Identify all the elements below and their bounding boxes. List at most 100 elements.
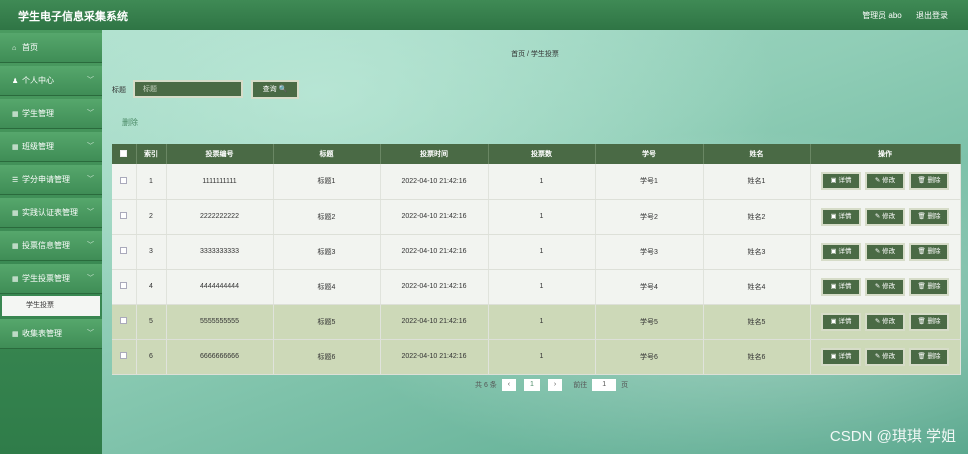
cell-code: 1111111111 — [166, 164, 274, 200]
sidebar: ⌂ 首页 ♟ 个人中心 ﹀ ▦ 学生管理 ﹀ ▦ 班级管理 ﹀ ☰ 学分申请管理 ﹀ ▦ 实践认证表管理 ﹀ ▦ 投… — [0, 30, 102, 454]
cell-actions: ▣ 详情 ✎ 修改 🗑 删除 — [810, 234, 961, 270]
sidebar-item-home[interactable]: ⌂ 首页 — [0, 33, 102, 63]
cell-student-no: 学号2 — [595, 199, 704, 235]
sidebar-item-credit-apply-mgmt[interactable]: ☰ 学分申请管理 ﹀ — [0, 165, 102, 195]
logout-link[interactable]: 退出登录 — [916, 11, 948, 20]
header-student-no: 学号 — [595, 144, 704, 164]
bulk-delete-button[interactable]: 删除 — [122, 117, 138, 128]
detail-button[interactable]: ▣ 详情 — [821, 242, 861, 261]
delete-button[interactable]: 🗑 删除 — [909, 242, 949, 261]
sidebar-item-class-mgmt[interactable]: ▦ 班级管理 ﹀ — [0, 132, 102, 162]
cell-code: 5555555555 — [166, 304, 274, 340]
chevron-down-icon: ﹀ — [87, 330, 94, 337]
row-checkbox[interactable] — [120, 282, 128, 289]
cell-title: 标题1 — [273, 164, 381, 200]
row-checkbox[interactable] — [120, 212, 128, 219]
menu-icon: ▦ — [12, 243, 19, 250]
cell-time: 2022-04-10 21:42:16 — [380, 339, 489, 375]
row-checkbox[interactable] — [120, 317, 128, 324]
cell-time: 2022-04-10 21:42:16 — [380, 199, 489, 235]
cell-index: 2 — [136, 199, 167, 235]
edit-button[interactable]: ✎ 修改 — [865, 242, 905, 261]
cell-name: 姓名3 — [703, 234, 811, 270]
cell-time: 2022-04-10 21:42:16 — [380, 269, 489, 305]
delete-button[interactable]: 🗑 删除 — [909, 172, 949, 191]
row-select-cell — [112, 304, 137, 340]
cell-code: 3333333333 — [166, 234, 274, 270]
menu-icon: ▦ — [12, 331, 19, 338]
cell-index: 3 — [136, 234, 167, 270]
sidebar-item-practice-cert-mgmt[interactable]: ▦ 实践认证表管理 ﹀ — [0, 198, 102, 228]
header-vote-code: 投票编号 — [166, 144, 274, 164]
row-checkbox[interactable] — [120, 247, 128, 254]
sidebar-item-student-vote-mgmt[interactable]: ▦ 学生投票管理 ﹀ — [0, 264, 102, 294]
cell-code: 4444444444 — [166, 269, 274, 305]
chevron-down-icon: ﹀ — [87, 209, 94, 216]
sidebar-subitem-student-vote[interactable]: 学生投票 — [2, 296, 100, 316]
header-index: 索引 — [136, 144, 167, 164]
detail-button[interactable]: ▣ 详情 — [821, 347, 861, 366]
main-content: 首页 / 学生投票 标题 查询 🔍 删除 索引投票编号标题投票时间投票数学号姓名… — [102, 30, 968, 454]
detail-button[interactable]: ▣ 详情 — [821, 312, 861, 331]
cell-name: 姓名2 — [703, 199, 811, 235]
cell-student-no: 学号3 — [595, 234, 704, 270]
table-header: 索引 投票编号 标题 投票时间 投票数 学号 姓名 操作 — [112, 144, 961, 164]
cell-index: 6 — [136, 339, 167, 375]
sidebar-item-personal-center[interactable]: ♟ 个人中心 ﹀ — [0, 66, 102, 96]
pager-prev-button[interactable]: ‹ — [501, 379, 517, 391]
chevron-down-icon: ﹀ — [87, 110, 94, 117]
detail-button[interactable]: ▣ 详情 — [821, 277, 861, 296]
cell-actions: ▣ 详情 ✎ 修改 🗑 删除 — [810, 269, 961, 305]
cell-count: 1 — [488, 199, 596, 235]
cell-count: 1 — [488, 234, 596, 270]
edit-button[interactable]: ✎ 修改 — [865, 312, 905, 331]
cell-index: 4 — [136, 269, 167, 305]
pager-goto-input[interactable]: 1 — [592, 379, 617, 391]
delete-button[interactable]: 🗑 删除 — [909, 312, 949, 331]
row-checkbox[interactable] — [120, 176, 128, 184]
delete-button[interactable]: 🗑 删除 — [909, 277, 949, 296]
cell-name: 姓名4 — [703, 269, 811, 305]
cell-time: 2022-04-10 21:42:16 — [380, 234, 489, 270]
row-select-cell — [112, 269, 137, 305]
menu-icon: ▦ — [12, 111, 19, 118]
sidebar-item-vote-info-mgmt[interactable]: ▦ 投票信息管理 ﹀ — [0, 231, 102, 261]
delete-button[interactable]: 🗑 删除 — [909, 347, 949, 366]
select-all-checkbox[interactable] — [120, 149, 128, 157]
sidebar-item-collection-form-mgmt[interactable]: ▦ 收集表管理 ﹀ — [0, 319, 102, 349]
pager-suffix: 页 — [621, 382, 629, 389]
chevron-down-icon: ﹀ — [87, 77, 94, 84]
sidebar-item-label: 实践认证表管理 — [22, 208, 78, 217]
cell-title: 标题3 — [273, 234, 381, 270]
pager-next-button[interactable]: › — [547, 379, 563, 391]
edit-button[interactable]: ✎ 修改 — [865, 277, 905, 296]
cell-count: 1 — [488, 304, 596, 340]
cell-time: 2022-04-10 21:42:16 — [380, 304, 489, 340]
cell-title: 标题5 — [273, 304, 381, 340]
top-bar: 学生电子信息采集系统 管理员 abo 退出登录 — [0, 0, 968, 30]
pager-total: 共 6 条 — [475, 382, 497, 389]
search-input[interactable] — [133, 80, 243, 98]
cell-student-no: 学号5 — [595, 304, 704, 340]
edit-button[interactable]: ✎ 修改 — [865, 207, 905, 226]
cell-actions: ▣ 详情 ✎ 修改 🗑 删除 — [810, 164, 961, 200]
pager-current-page[interactable]: 1 — [524, 379, 540, 391]
row-select-cell — [112, 199, 137, 235]
edit-button[interactable]: ✎ 修改 — [865, 347, 905, 366]
sidebar-item-label: 学生投票管理 — [22, 274, 70, 283]
row-checkbox[interactable] — [120, 352, 128, 359]
cell-actions: ▣ 详情 ✎ 修改 🗑 删除 — [810, 304, 961, 340]
sidebar-item-label: 学分申请管理 — [22, 175, 70, 184]
select-all-cell — [112, 144, 137, 164]
edit-button[interactable]: ✎ 修改 — [865, 172, 905, 191]
breadcrumb: 首页 / 学生投票 — [511, 51, 559, 58]
delete-button[interactable]: 🗑 删除 — [909, 207, 949, 226]
table-row: 1 1111111111 标题1 2022-04-10 21:42:16 1 学号1 姓名1… — [112, 164, 961, 200]
cell-name: 姓名5 — [703, 304, 811, 340]
sidebar-item-student-mgmt[interactable]: ▦ 学生管理 ﹀ — [0, 99, 102, 129]
chevron-down-icon: ﹀ — [87, 176, 94, 183]
search-button[interactable]: 查询 🔍 — [251, 80, 299, 99]
detail-button[interactable]: ▣ 详情 — [821, 207, 861, 226]
sidebar-item-label: 学生管理 — [22, 109, 54, 118]
detail-button[interactable]: ▣ 详情 — [821, 172, 861, 191]
